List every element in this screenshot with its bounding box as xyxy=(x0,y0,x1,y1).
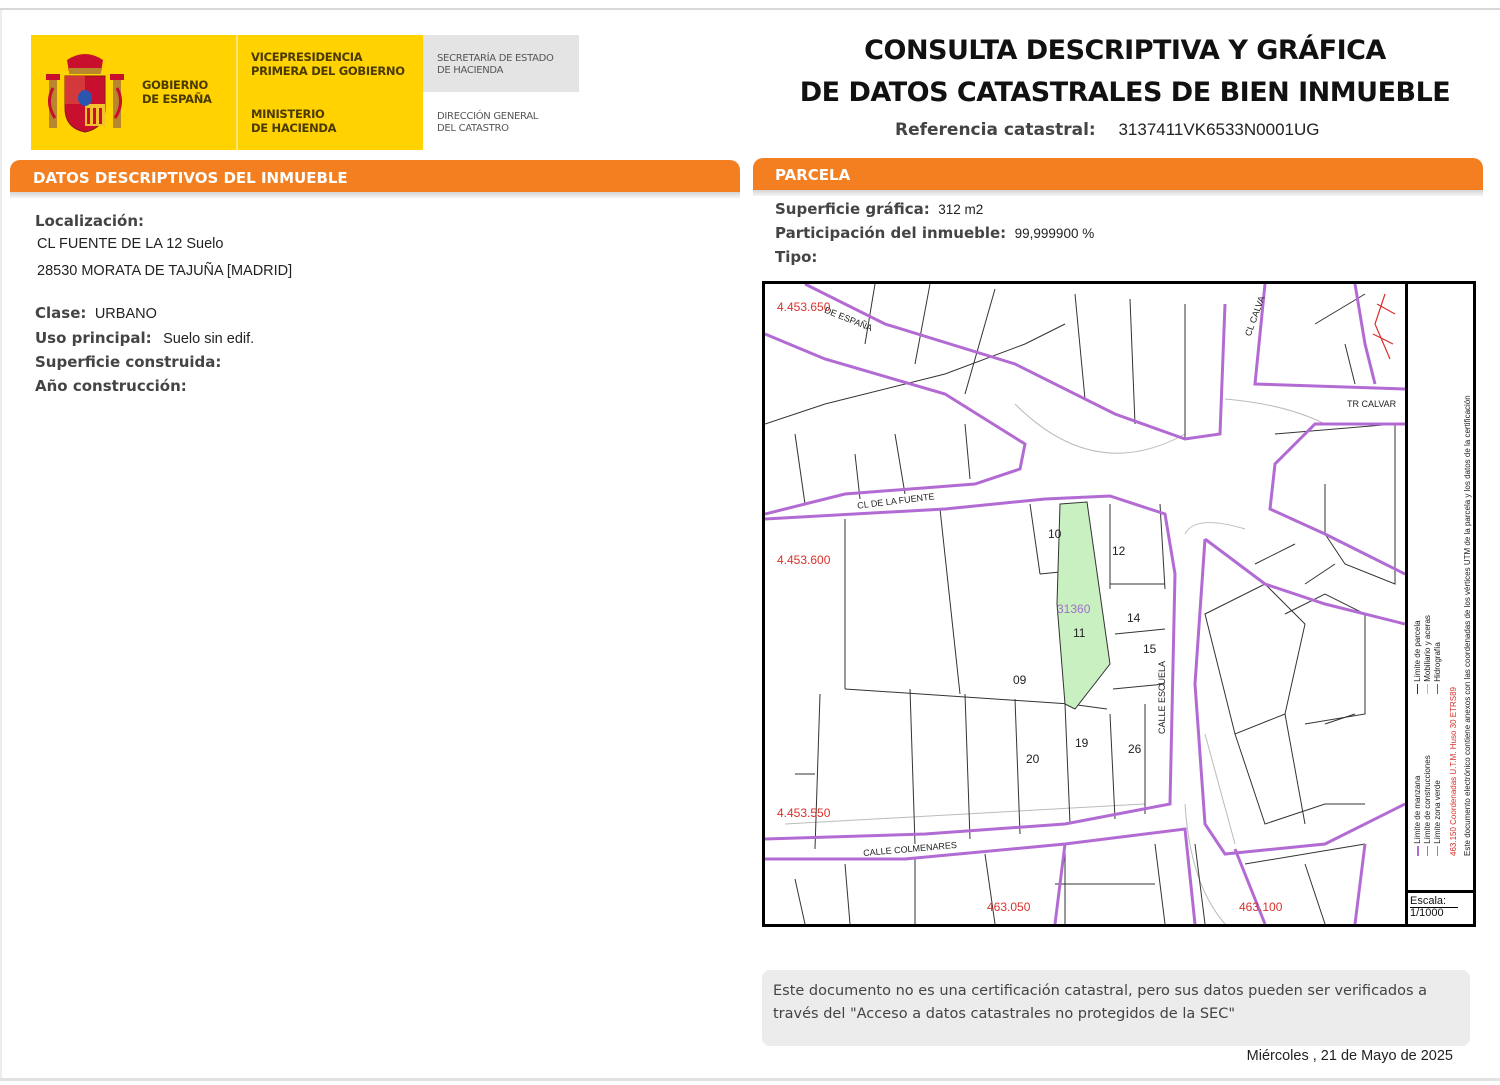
map-legend: Límite de manzana Límite de parcela Lími… xyxy=(1413,296,1472,876)
coord-label-4453600: 4.453.600 xyxy=(777,553,831,567)
left-border xyxy=(0,10,2,1080)
map-labels: 4.453.650 4.453.600 4.453.550 463.050 46… xyxy=(765,284,1405,924)
scale-box: Escala: 1/1000 xyxy=(1410,896,1458,919)
parcel-number-12: 12 xyxy=(1112,544,1126,558)
logo-secretaria-line1: SECRETARÍA DE ESTADO xyxy=(437,53,554,64)
reference-row: Referencia catastral: 3137411VK6533N0001… xyxy=(895,120,1319,140)
right-section-header xyxy=(753,158,1483,190)
logo-ministerio-line2: DE HACIENDA xyxy=(251,121,337,135)
logo-vice-line2: PRIMERA DEL GOBIERNO xyxy=(251,64,405,78)
tipo-label: Tipo: xyxy=(775,248,818,266)
logo-secretaria: SECRETARÍA DE ESTADO DE HACIENDA xyxy=(437,53,554,77)
street-label-calvar: TR CALVAR xyxy=(1347,399,1397,409)
parcel-number-11: 11 xyxy=(1073,626,1086,640)
parcel-number-26: 26 xyxy=(1128,742,1142,756)
superficie-construida-label: Superficie construida: xyxy=(35,353,222,371)
legend-item-manzana: Límite de manzana xyxy=(1413,706,1423,856)
logo-direccion: DIRECCIÓN GENERAL DEL CATASTRO xyxy=(437,111,538,135)
logo-vice-line1: VICEPRESIDENCIA xyxy=(251,50,363,64)
clase-label: Clase: xyxy=(35,304,87,322)
logo-direccion-line2: DEL CATASTRO xyxy=(437,123,509,134)
legend-divider xyxy=(1405,284,1408,924)
bottom-border xyxy=(0,1078,1500,1081)
participacion-label: Participación del inmueble: xyxy=(775,224,1007,242)
street-label-fuente: CL DE LA FUENTE xyxy=(856,491,936,511)
street-label-colmenares: CALLE COLMENARES xyxy=(862,839,958,859)
address-line1: CL FUENTE DE LA 12 Suelo xyxy=(37,236,224,252)
street-label-calva: CL CALVA xyxy=(1243,294,1267,338)
coord-label-4453650: 4.453.650 xyxy=(777,300,831,314)
coord-label-463100: 463.100 xyxy=(1239,900,1283,914)
logo-gobierno-line1: GOBIERNO xyxy=(142,78,208,92)
scale-value: 1/1000 xyxy=(1410,907,1458,919)
logo-direccion-line1: DIRECCIÓN GENERAL xyxy=(437,111,539,122)
legend-item-hidrografia: Hidrografía xyxy=(1433,544,1443,694)
logo-gobierno-line2: DE ESPAÑA xyxy=(142,92,212,106)
logo-secretaria-line2: DE HACIENDA xyxy=(437,65,504,76)
coat-of-arms-icon xyxy=(46,54,124,133)
coord-label-4453550: 4.453.550 xyxy=(777,806,831,820)
uso-value: Suelo sin edif. xyxy=(163,331,255,347)
reference-label: Referencia catastral: xyxy=(895,120,1096,140)
legend-scale-divider xyxy=(1408,890,1473,893)
coord-label-463050: 463.050 xyxy=(987,900,1031,914)
superficie-grafica-value: 312 m2 xyxy=(938,202,984,217)
logo-gobierno: GOBIERNO DE ESPAÑA xyxy=(142,78,212,106)
address-line2: 28530 MORATA DE TAJUÑA [MADRID] xyxy=(37,263,293,279)
highlight-parcel-label: 31360 xyxy=(1057,602,1091,616)
cadastral-map: 4.453.650 4.453.600 4.453.550 463.050 46… xyxy=(762,281,1476,927)
street-label-escuela: CALLE ESCUELA xyxy=(1157,660,1167,734)
participacion-row: Participación del inmueble: 99,999900 % xyxy=(775,224,1094,243)
clase-value: URBANO xyxy=(94,306,157,322)
parcel-number-10: 10 xyxy=(1048,527,1062,541)
right-section-title: PARCELA xyxy=(775,166,851,184)
verification-notice-text: Este documento no es una certificación c… xyxy=(773,983,1428,1022)
legend-item-zona-verde: Límite zona verde xyxy=(1433,706,1443,856)
reference-value: 3137411VK6533N0001UG xyxy=(1118,120,1320,139)
parcel-number-14: 14 xyxy=(1127,611,1141,625)
legend-doc-note: Este documento electrónico contiene anex… xyxy=(1463,395,1472,856)
superficie-grafica-label: Superficie gráfica: xyxy=(775,200,930,218)
logo-ministerio-line1: MINISTERIO xyxy=(251,107,325,121)
legend-item-parcela: Límite de parcela xyxy=(1413,544,1423,694)
participacion-value: 99,999900 % xyxy=(1014,226,1095,241)
legend-items: Límite de manzana Límite de parcela Lími… xyxy=(1413,536,1443,856)
uso-row: Uso principal: Suelo sin edif. xyxy=(35,329,254,348)
page-title-line1: CONSULTA DESCRIPTIVA Y GRÁFICA xyxy=(864,35,1386,66)
uso-label: Uso principal: xyxy=(35,329,152,347)
parcel-number-09: 09 xyxy=(1013,673,1027,687)
document-date: Miércoles , 21 de Mayo de 2025 xyxy=(1246,1048,1453,1064)
legend-coordinate-note: 463.150 Coordenadas U.T.M. Huso 30 ETRS8… xyxy=(1449,687,1458,856)
parcel-number-20: 20 xyxy=(1026,752,1040,766)
legend-item-construcciones: Límite de construcciones xyxy=(1423,706,1433,856)
street-label-espana: DE ESPAÑA xyxy=(822,304,874,334)
anio-construccion-label: Año construcción: xyxy=(35,377,187,395)
superficie-grafica-row: Superficie gráfica: 312 m2 xyxy=(775,200,983,219)
left-section-title: DATOS DESCRIPTIVOS DEL INMUEBLE xyxy=(33,169,348,187)
clase-row: Clase: URBANO xyxy=(35,304,157,323)
parcel-number-15: 15 xyxy=(1143,642,1157,656)
logo-vicepresidencia: VICEPRESIDENCIA PRIMERA DEL GOBIERNO xyxy=(251,50,405,78)
page-title-line2: DE DATOS CATASTRALES DE BIEN INMUEBLE xyxy=(799,77,1451,108)
logo-ministerio: MINISTERIO DE HACIENDA xyxy=(251,107,337,135)
parcel-number-19: 19 xyxy=(1075,736,1089,750)
localizacion-label: Localización: xyxy=(35,212,145,230)
legend-item-mobiliario: Mobiliario y aceras xyxy=(1423,544,1433,694)
scale-label: Escala: xyxy=(1410,895,1447,907)
logo-divider xyxy=(236,35,238,150)
top-border xyxy=(0,8,1500,10)
